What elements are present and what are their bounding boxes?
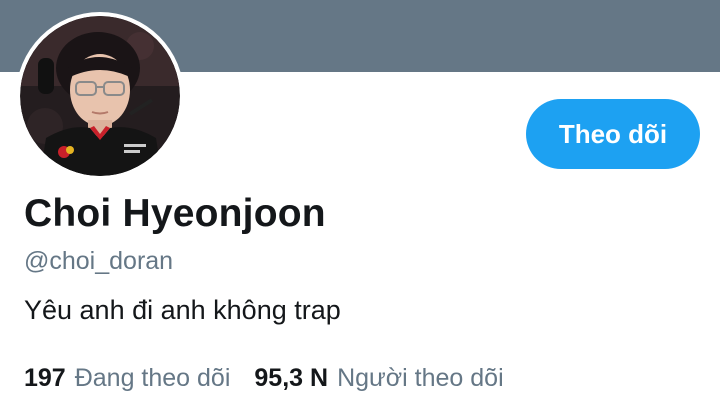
- display-name: Choi Hyeonjoon: [24, 192, 326, 235]
- profile-stats: 197 Đang theo dõi 95,3 N Người theo dõi: [24, 364, 528, 393]
- followers-link[interactable]: 95,3 N Người theo dõi: [254, 364, 503, 393]
- following-count: 197: [24, 364, 66, 392]
- avatar: [20, 16, 180, 176]
- following-link[interactable]: 197 Đang theo dõi: [24, 364, 230, 393]
- profile-bio: Yêu anh đi anh không trap: [24, 295, 341, 325]
- followers-label: Người theo dõi: [337, 364, 504, 392]
- avatar-container[interactable]: [16, 12, 184, 180]
- followers-count: 95,3 N: [254, 364, 329, 392]
- following-label: Đang theo dõi: [74, 364, 231, 392]
- follow-button[interactable]: Theo dõi: [526, 99, 700, 169]
- username-handle: @choi_doran: [24, 247, 174, 275]
